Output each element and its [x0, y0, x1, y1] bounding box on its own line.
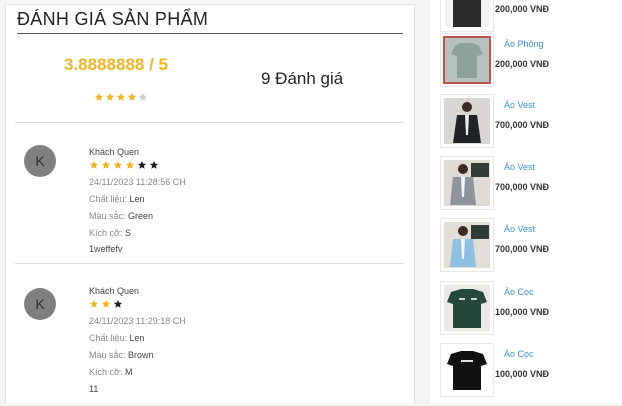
reviewer-name: Khách Quen: [89, 147, 140, 157]
color-value: Brown: [128, 350, 154, 360]
review-divider: [15, 263, 404, 264]
size-row: Kích cỡ: M: [89, 367, 132, 377]
product-name[interactable]: Áo Vest: [504, 224, 535, 234]
tshirt-icon[interactable]: [440, 33, 494, 87]
green-tee-icon[interactable]: [440, 281, 494, 335]
product-price: 700,000 VNĐ: [495, 244, 550, 254]
review-item: K Khách Quen 24/11/2023 11:29:18 CH Chất…: [6, 276, 414, 406]
star-empty-icon: [138, 92, 149, 102]
product-price: 200,000 VNĐ: [495, 59, 550, 69]
size-value: M: [124, 367, 133, 377]
star-filled-icon: [113, 160, 125, 170]
star-filled-icon: [89, 160, 101, 170]
star-empty-icon: [113, 299, 125, 309]
reviewer-name: Khách Quen: [89, 286, 140, 296]
material-value: Len: [129, 194, 145, 204]
size-label: Kích cỡ:: [89, 228, 123, 238]
product-price: 700,000 VNĐ: [495, 120, 550, 130]
average-rating: 3.8888888 / 5: [64, 55, 168, 74]
star-filled-icon: [127, 92, 138, 102]
material-label: Chất liệu:: [89, 194, 128, 204]
review-stars: [89, 299, 125, 309]
size-label: Kích cỡ:: [89, 367, 123, 377]
review-item: K Khách Quen 24/11/2023 11:28:56 CH Chất…: [6, 133, 414, 263]
material-value: Len: [129, 333, 145, 343]
vest-gray-icon[interactable]: [440, 156, 494, 210]
star-filled-icon: [105, 92, 116, 102]
review-date: 24/11/2023 11:29:18 CH: [89, 316, 186, 326]
product-name[interactable]: Áo Cọc: [504, 287, 534, 297]
avatar: K: [24, 288, 56, 320]
size-row: Kích cỡ: S: [89, 228, 131, 238]
review-date: 24/11/2023 11:28:56 CH: [89, 177, 186, 187]
size-value: S: [124, 228, 131, 238]
material-row: Chất liệu: Len: [89, 333, 145, 343]
average-stars: [94, 92, 149, 102]
color-label: Màu sắc:: [89, 350, 126, 360]
dark-shirt-icon[interactable]: [440, 0, 494, 32]
color-row: Màu sắc: Brown: [89, 350, 154, 360]
product-price: 200,000 VNĐ: [495, 4, 550, 14]
color-label: Màu sắc:: [89, 211, 126, 221]
color-value: Green: [128, 211, 154, 221]
review-stars: [89, 160, 161, 170]
material-label: Chất liệu:: [89, 333, 128, 343]
star-filled-icon: [116, 92, 127, 102]
reviews-title: ĐÁNH GIÁ SẢN PHẨM: [17, 9, 403, 34]
product-price: 100,000 VNĐ: [495, 307, 550, 317]
star-filled-icon: [101, 299, 113, 309]
product-price: 100,000 VNĐ: [495, 369, 550, 379]
material-row: Chất liệu: Len: [89, 194, 145, 204]
star-empty-icon: [149, 160, 161, 170]
vest-dark-icon[interactable]: [440, 94, 494, 148]
review-comment: 11: [89, 384, 99, 394]
star-filled-icon: [125, 160, 137, 170]
review-count: 9 Đánh giá: [261, 69, 344, 88]
star-empty-icon: [137, 160, 149, 170]
product-name[interactable]: Áo Phông: [504, 39, 544, 49]
avatar: K: [24, 145, 56, 177]
product-name[interactable]: Áo Vest: [504, 162, 535, 172]
vest-blue-icon[interactable]: [440, 218, 494, 272]
star-filled-icon: [94, 92, 105, 102]
black-tee-icon[interactable]: [440, 343, 494, 397]
review-comment: 1weffefv: [89, 244, 123, 254]
product-name[interactable]: Áo Vest: [504, 100, 535, 110]
star-filled-icon: [89, 299, 101, 309]
product-price: 700,000 VNĐ: [495, 182, 550, 192]
reviews-panel: ĐÁNH GIÁ SẢN PHẨM 3.8888888 / 5 9 Đánh g…: [5, 4, 415, 404]
summary-divider: [15, 122, 404, 123]
star-filled-icon: [101, 160, 113, 170]
product-name[interactable]: Áo Cọc: [504, 349, 534, 359]
color-row: Màu sắc: Green: [89, 211, 153, 221]
